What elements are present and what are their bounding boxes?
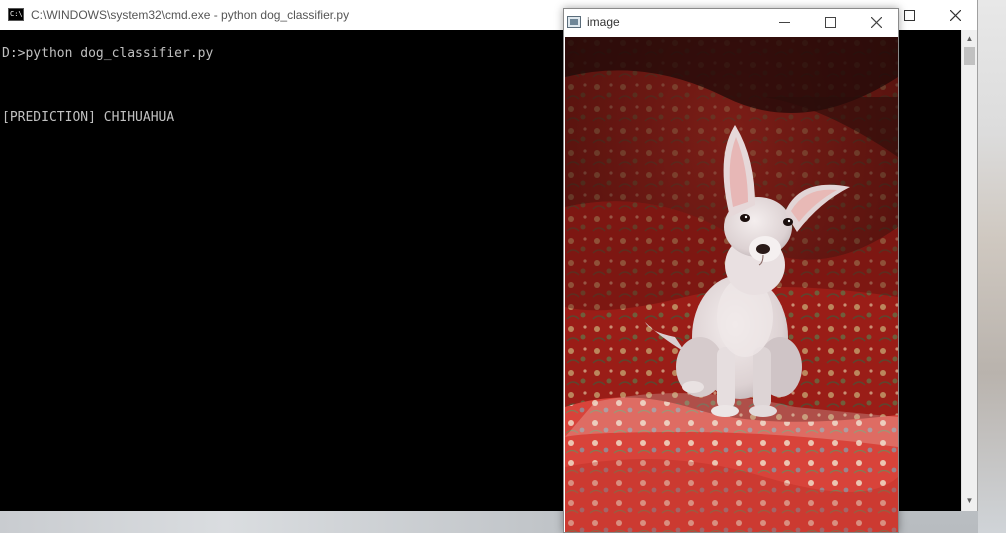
chihuahua-photo-illustration [565, 37, 898, 532]
close-icon [870, 17, 882, 28]
image-app-icon [567, 16, 581, 28]
image-maximize-button[interactable] [807, 9, 853, 36]
maximize-icon [903, 9, 915, 21]
close-icon [949, 9, 961, 21]
maximize-icon [824, 17, 836, 28]
image-window-titlebar[interactable]: image [564, 9, 898, 36]
minimize-icon [778, 22, 790, 23]
cmd-window-title: C:\WINDOWS\system32\cmd.exe - python dog… [31, 8, 350, 22]
scroll-down-arrow-icon[interactable]: ▼ [962, 493, 977, 509]
scroll-up-arrow-icon[interactable]: ▲ [962, 31, 977, 47]
cmd-app-icon: C:\. [8, 8, 27, 21]
desktop-background [978, 0, 1006, 533]
cmd-vertical-scrollbar[interactable]: ▲ ▼ [961, 30, 977, 511]
console-command-line: D:>python dog_classifier.py [2, 46, 214, 61]
desktop-background-bottom [0, 510, 564, 533]
image-window[interactable]: image [563, 8, 899, 533]
cmd-close-button[interactable] [932, 0, 978, 30]
image-minimize-button[interactable] [761, 9, 807, 36]
console-prediction-line: [PREDICTION] CHIHUAHUA [2, 110, 175, 125]
image-window-title: image [587, 15, 620, 29]
dog-photo [565, 37, 898, 532]
image-close-button[interactable] [853, 9, 899, 36]
scrollbar-thumb[interactable] [964, 47, 975, 65]
